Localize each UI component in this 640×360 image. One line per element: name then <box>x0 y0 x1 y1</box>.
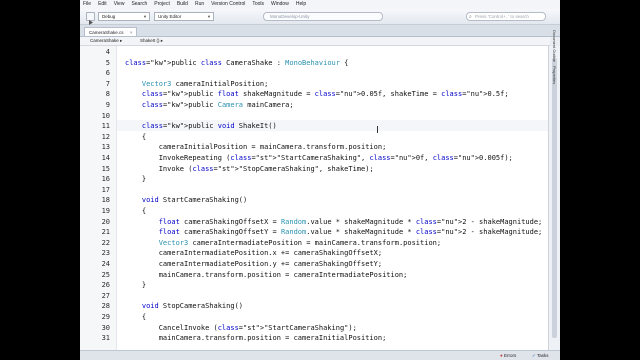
line-number: 22 <box>101 238 110 247</box>
line-number: 16 <box>101 175 110 184</box>
menu-bar: File Edit View Search Project Build Run … <box>80 0 560 9</box>
code-line: { <box>125 207 147 215</box>
code-line: void StopCameraShaking() <box>141 302 244 311</box>
code-line: InvokeRepeating (class="st">"StartCamera… <box>125 154 513 162</box>
line-number: 12 <box>101 132 110 141</box>
line-number: 5 <box>105 58 110 67</box>
code-line: { <box>125 132 147 141</box>
breadcrumb-class[interactable]: CameraShake ▸ <box>90 37 122 45</box>
document-tab-strip: CameraShake.cs × <box>80 25 560 37</box>
code-line: class="kw">public void ShakeIt() <box>141 122 277 131</box>
run-target-select[interactable]: Unity Editor ▼ <box>154 12 214 21</box>
line-number: 10 <box>101 111 110 120</box>
document-outline-pad[interactable]: Document Outline <box>552 30 557 62</box>
line-number: 17 <box>101 185 110 194</box>
toolbar: Debug ▼ Unity Editor ▼ MonoDevelop-Unity… <box>80 9 560 25</box>
line-number: 20 <box>101 217 110 226</box>
code-editor[interactable]: 4 5 class="kw">public class CameraShake : … <box>80 46 548 350</box>
line-number: 30 <box>101 323 110 332</box>
line-number: 18 <box>101 196 110 205</box>
line-number: 14 <box>101 154 110 162</box>
line-number: 8 <box>105 90 110 99</box>
line-number: 27 <box>101 291 110 300</box>
code-line: float cameraShakingOffsetY = Random.valu… <box>158 228 543 237</box>
menu-version-control[interactable]: Version Control <box>211 0 245 9</box>
line-number: 29 <box>101 313 110 321</box>
code-line: mainCamera.transform.position = cameraIn… <box>125 270 408 279</box>
tasks-icon: ✓ <box>532 353 536 358</box>
line-number: 25 <box>101 270 110 279</box>
menu-search[interactable]: Search <box>131 0 147 9</box>
code-line: void StartCameraShaking() <box>141 196 248 205</box>
line-number: 15 <box>101 164 110 173</box>
errors-pad-button[interactable]: ● Errors <box>500 351 516 360</box>
code-line: cameraIntermadiatePosition.y += cameraSh… <box>125 260 383 268</box>
code-line: { <box>125 313 147 321</box>
status-display: MonoDevelop-Unity <box>263 12 383 21</box>
line-number: 11 <box>101 122 110 131</box>
line-number: 24 <box>101 260 110 268</box>
search-input[interactable]: ⌕ Press 'Control+, ' to search <box>466 12 546 21</box>
line-number: 7 <box>105 79 110 88</box>
menu-view[interactable]: View <box>114 0 125 9</box>
configuration-select[interactable]: Debug ▼ <box>98 12 150 21</box>
close-icon[interactable]: × <box>130 28 133 37</box>
breadcrumb-member[interactable]: ShakeIt () ▸ <box>140 37 163 45</box>
code-line: Vector3 cameraInitialPosition; <box>141 79 269 88</box>
line-number: 19 <box>101 207 110 215</box>
line-number: 21 <box>101 228 110 237</box>
code-line: mainCamera.transform.position = cameraIn… <box>125 334 387 343</box>
code-line: cameraIntermadiatePosition.x += cameraSh… <box>125 249 383 258</box>
menu-file[interactable]: File <box>83 0 91 9</box>
status-bar: ● Errors ✓ Tasks <box>80 350 560 360</box>
right-dock-pads: Document Outline Properties <box>550 26 560 86</box>
search-icon: ⌕ <box>469 14 472 20</box>
menu-project[interactable]: Project <box>154 0 170 9</box>
monodevelop-window: File Edit View Search Project Build Run … <box>80 0 560 360</box>
tab-camerashake[interactable]: CameraShake.cs × <box>84 27 137 36</box>
chevron-down-icon: ▼ <box>143 14 147 19</box>
line-number: 28 <box>101 302 110 311</box>
code-line: } <box>125 175 147 184</box>
error-icon: ● <box>500 353 503 358</box>
code-line: class="kw">public class CameraShake : Mo… <box>125 58 349 67</box>
tasks-pad-button[interactable]: ✓ Tasks <box>532 351 548 360</box>
line-number: 6 <box>105 69 110 78</box>
menu-window[interactable]: Window <box>271 0 289 9</box>
code-line: } <box>125 281 147 290</box>
code-line: Invoke (class="st">"StopCameraShaking", … <box>125 164 374 173</box>
properties-pad[interactable]: Properties <box>552 66 557 84</box>
code-line: CancelInvoke (class="st">"StartCameraSha… <box>125 323 357 332</box>
code-line: class="kw">public Camera mainCamera; <box>141 101 294 109</box>
line-number: 31 <box>101 334 110 343</box>
menu-edit[interactable]: Edit <box>98 0 107 9</box>
line-number: 13 <box>101 143 110 152</box>
menu-tools[interactable]: Tools <box>252 0 264 9</box>
code-line: class="kw">public float shakeMagnitude =… <box>141 90 509 99</box>
scrollbar-thumb[interactable] <box>552 58 557 338</box>
breadcrumb: CameraShake ▸ ShakeIt () ▸ <box>80 37 550 46</box>
mouse-cursor <box>377 126 378 133</box>
vertical-scrollbar[interactable] <box>548 46 560 350</box>
line-number: 4 <box>105 48 110 56</box>
menu-build[interactable]: Build <box>177 0 188 9</box>
line-number: 23 <box>101 249 110 258</box>
run-button[interactable] <box>86 12 95 25</box>
code-line: cameraInitialPosition = mainCamera.trans… <box>125 143 387 152</box>
chevron-down-icon: ▼ <box>207 14 211 19</box>
code-line: float cameraShakingOffsetX = Random.valu… <box>158 217 543 226</box>
menu-run[interactable]: Run <box>195 0 204 9</box>
code-line: Vector3 cameraIntermadiatePosition = mai… <box>158 238 442 247</box>
line-number: 26 <box>101 281 110 290</box>
line-number: 9 <box>105 101 110 109</box>
menu-help[interactable]: Help <box>296 0 306 9</box>
